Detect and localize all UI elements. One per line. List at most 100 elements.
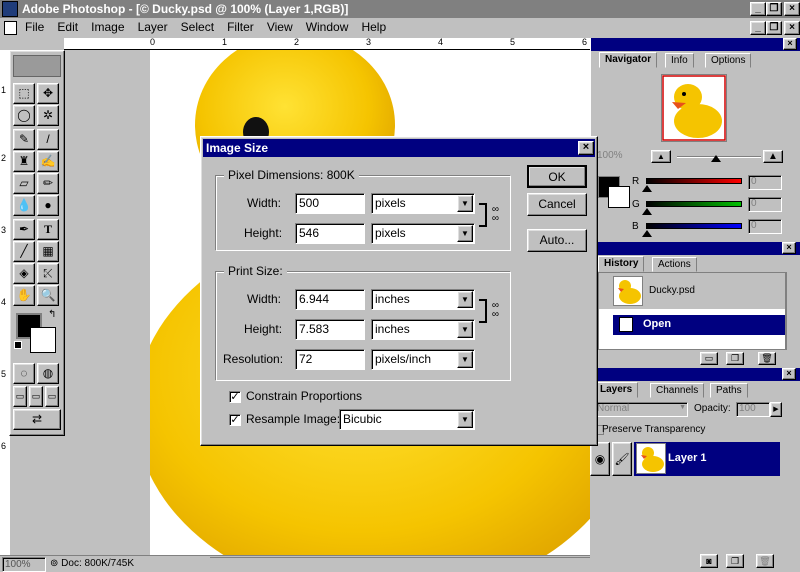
status-zoom[interactable]: 100%: [2, 557, 46, 572]
print-width-input[interactable]: 6.944: [295, 289, 365, 310]
tab-layers[interactable]: Layers: [594, 382, 639, 398]
color-r-thumb[interactable]: [642, 185, 652, 192]
history-close-button[interactable]: ×: [782, 242, 796, 254]
print-height-unit-select[interactable]: inches ▼: [371, 319, 475, 340]
color-g-value[interactable]: 0: [748, 197, 782, 212]
paintbrush-tool[interactable]: /: [37, 129, 59, 150]
color-g-slider[interactable]: [646, 201, 742, 207]
layer-visibility-eye-icon[interactable]: ◉: [590, 442, 610, 476]
menu-select[interactable]: Select: [176, 18, 219, 37]
document-icon[interactable]: [4, 21, 17, 35]
layer-selected[interactable]: Layer 1: [634, 442, 780, 476]
history-step[interactable]: Open: [613, 315, 785, 335]
screen-mode-full[interactable]: ▭: [45, 386, 59, 407]
type-tool[interactable]: T: [37, 219, 59, 240]
color-b-slider[interactable]: [646, 223, 742, 229]
resolution-unit-select[interactable]: pixels/inch ▼: [371, 349, 475, 370]
navigator-zoom-value[interactable]: 100%: [597, 150, 623, 161]
blur-tool[interactable]: 💧: [13, 195, 35, 216]
eyedropper-tool[interactable]: ⤪: [37, 263, 59, 284]
cancel-button[interactable]: Cancel: [527, 193, 587, 216]
pencil-tool[interactable]: ✏: [37, 173, 59, 194]
close-button[interactable]: ×: [784, 2, 800, 16]
color-r-value[interactable]: 0: [748, 175, 782, 190]
move-tool[interactable]: ✥: [37, 83, 59, 104]
navigator-thumbnail[interactable]: [661, 74, 727, 142]
history-new-snapshot-button[interactable]: ❐: [726, 352, 744, 365]
doc-close-button[interactable]: ×: [784, 21, 800, 35]
tab-info[interactable]: Info: [665, 53, 694, 68]
tab-options[interactable]: Options: [705, 53, 752, 68]
menu-edit[interactable]: Edit: [52, 18, 83, 37]
horizontal-scrollbar[interactable]: [210, 557, 590, 572]
airbrush-tool[interactable]: ✎: [13, 129, 35, 150]
magic-wand-tool[interactable]: ✲: [37, 105, 59, 126]
color-background-swatch[interactable]: [608, 186, 630, 208]
opacity-field[interactable]: 100: [736, 402, 770, 417]
blend-mode-select[interactable]: Normal ▼: [594, 402, 688, 417]
pixel-width-input[interactable]: 500: [295, 193, 365, 214]
swap-colors-icon[interactable]: ↰: [48, 309, 56, 320]
zoom-tool[interactable]: 🔍: [37, 285, 59, 306]
history-new-document-button[interactable]: ▭: [700, 352, 718, 365]
history-snapshot[interactable]: Ducky.psd: [599, 273, 785, 309]
photoshop-app-icon[interactable]: [2, 1, 18, 17]
constrain-proportions-label[interactable]: Constrain Proportions: [246, 389, 362, 403]
paint-bucket-tool[interactable]: ◈: [13, 263, 35, 284]
eraser-tool[interactable]: ▱: [13, 173, 35, 194]
gradient-tool[interactable]: ▦: [37, 241, 59, 262]
dodge-tool[interactable]: ●: [37, 195, 59, 216]
pixel-height-unit-select[interactable]: pixels ▼: [371, 223, 475, 244]
pixel-width-unit-select[interactable]: pixels ▼: [371, 193, 475, 214]
default-colors-icon[interactable]: [14, 341, 22, 349]
menu-filter[interactable]: Filter: [222, 18, 259, 37]
zoom-in-button[interactable]: ▲: [763, 150, 783, 163]
status-doc-size[interactable]: ⊚ Doc: 800K/745K: [50, 557, 200, 572]
ok-button[interactable]: OK: [527, 165, 587, 188]
screen-mode-standard[interactable]: ▭: [13, 386, 27, 407]
layer-brush-icon[interactable]: 🖌: [612, 442, 632, 476]
jump-to-imageready-button[interactable]: ⇄: [13, 409, 61, 430]
resample-method-select[interactable]: Bicubic ▼: [339, 409, 475, 430]
resample-image-label[interactable]: Resample Image:: [246, 412, 340, 426]
minimize-button[interactable]: _: [750, 2, 766, 16]
lasso-tool[interactable]: ◯: [13, 105, 35, 126]
restore-button[interactable]: ❐: [766, 2, 782, 16]
history-scrollbar[interactable]: [786, 272, 800, 350]
layers-delete-button[interactable]: 🗑: [756, 554, 774, 568]
pen-tool[interactable]: ✒: [13, 219, 35, 240]
zoom-out-button[interactable]: ▲: [651, 150, 671, 163]
menu-image[interactable]: Image: [86, 18, 129, 37]
tab-navigator[interactable]: Navigator: [599, 52, 658, 68]
constrain-proportions-checkbox[interactable]: ✓: [229, 391, 241, 403]
menu-window[interactable]: Window: [301, 18, 354, 37]
auto-button[interactable]: Auto...: [527, 229, 587, 252]
marquee-tool[interactable]: ⬚: [13, 83, 35, 104]
print-width-unit-select[interactable]: inches ▼: [371, 289, 475, 310]
doc-restore-button[interactable]: ❐: [766, 21, 782, 35]
menu-view[interactable]: View: [262, 18, 298, 37]
screen-mode-full-menu[interactable]: ▭: [29, 386, 43, 407]
layer-row[interactable]: ◉ 🖌 Layer 1: [590, 440, 800, 478]
pixel-height-input[interactable]: 546: [295, 223, 365, 244]
resample-image-checkbox[interactable]: ✓: [229, 414, 241, 426]
standard-mode-button[interactable]: ◌: [13, 363, 35, 384]
resolution-input[interactable]: 72: [295, 349, 365, 370]
layers-mask-button[interactable]: ◙: [700, 554, 718, 568]
quick-mask-mode-button[interactable]: ◍: [37, 363, 59, 384]
color-r-slider[interactable]: [646, 178, 742, 184]
color-b-thumb[interactable]: [642, 230, 652, 237]
navigator-zoom-slider-thumb[interactable]: [711, 155, 721, 162]
line-tool[interactable]: ╱: [13, 241, 35, 262]
doc-minimize-button[interactable]: _: [750, 21, 766, 35]
menu-help[interactable]: Help: [356, 18, 391, 37]
tab-history[interactable]: History: [598, 256, 645, 272]
hand-tool[interactable]: ✋: [13, 285, 35, 306]
menu-layer[interactable]: Layer: [133, 18, 173, 37]
layers-close-button[interactable]: ×: [782, 368, 796, 380]
print-height-input[interactable]: 7.583: [295, 319, 365, 340]
layers-new-layer-button[interactable]: ❐: [726, 554, 744, 568]
history-brush-tool[interactable]: ✍: [37, 151, 59, 172]
color-g-thumb[interactable]: [642, 208, 652, 215]
tab-channels[interactable]: Channels: [650, 383, 705, 398]
